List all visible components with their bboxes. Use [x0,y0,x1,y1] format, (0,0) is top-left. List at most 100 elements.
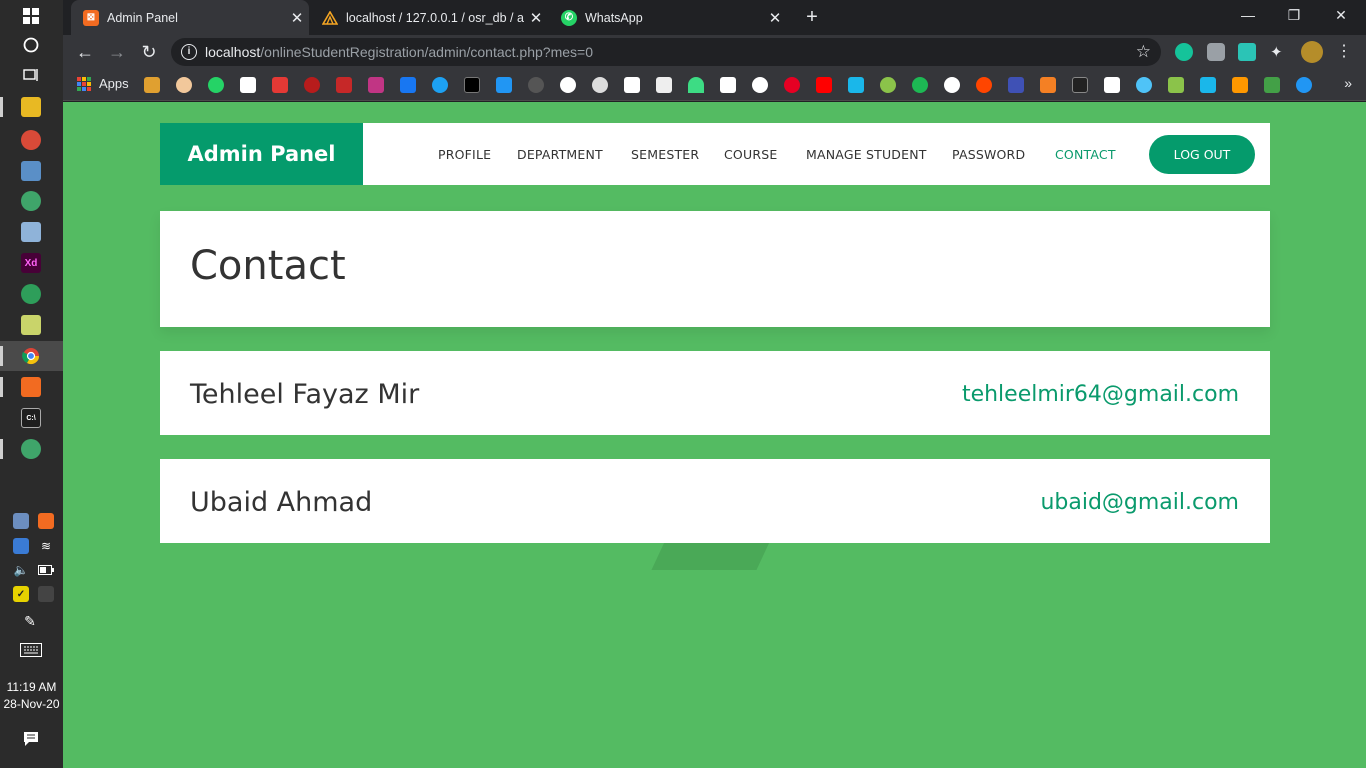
wix-bookmark-icon[interactable] [720,77,736,93]
file-explorer-icon[interactable] [21,97,41,117]
tab-admin-panel[interactable]: ⊠ Admin Panel ✕ [71,0,309,35]
notepad-icon[interactable] [21,222,41,242]
minimize-icon[interactable]: — [1225,0,1271,30]
tray-task-icon[interactable]: ✓ [13,586,29,602]
tab-phpmyadmin[interactable]: localhost / 127.0.0.1 / osr_db / ad ✕ [310,0,548,35]
app-icon[interactable] [21,439,41,459]
pinterest-bookmark-icon[interactable] [784,77,800,93]
nav-department[interactable]: DEPARTMENT [517,147,603,162]
whatsapp-bookmark-icon[interactable] [208,77,224,93]
tray-network-app-icon[interactable] [13,538,29,554]
facebook-bookmark-icon[interactable] [400,77,416,93]
chrome-menu-icon[interactable]: ⋮ [1335,43,1353,61]
nav-password[interactable]: PASSWORD [952,147,1025,162]
forward-icon[interactable]: → [105,40,129,64]
bookmark-icon[interactable] [1296,77,1312,93]
contact-email[interactable]: tehleelmir64@gmail.com [962,382,1239,407]
bookmark-icon[interactable] [144,77,160,93]
brand-logo[interactable]: Admin Panel [160,123,363,185]
bookmark-icon[interactable] [1008,77,1024,93]
bookmark-icon[interactable] [528,77,544,93]
screenshot-extension-icon[interactable] [1207,43,1225,61]
spotify-bookmark-icon[interactable] [912,77,928,93]
logout-button[interactable]: LOG OUT [1149,135,1255,174]
bookmark-icon[interactable] [1168,77,1184,93]
app-icon[interactable] [21,191,41,211]
keyboard-icon[interactable] [19,641,43,659]
close-icon[interactable]: ✕ [285,9,309,27]
bookmark-icon[interactable] [624,77,640,93]
bookmark-icon[interactable] [272,77,288,93]
task-view-icon[interactable] [21,65,41,85]
maximize-icon[interactable]: ❐ [1271,0,1317,30]
xampp-icon[interactable] [21,377,41,397]
bookmark-icon[interactable] [1200,77,1216,93]
nav-profile[interactable]: PROFILE [438,147,491,162]
globe-bookmark-icon[interactable] [560,77,576,93]
apps-shortcut[interactable]: Apps [77,76,129,91]
bookmark-icon[interactable] [496,77,512,93]
close-icon[interactable]: ✕ [524,9,548,27]
close-icon[interactable]: ✕ [763,9,787,27]
github-bookmark-icon[interactable] [592,77,608,93]
bookmark-icon[interactable] [240,77,256,93]
clock-time[interactable]: 11:19 AM [0,680,63,694]
photos-icon[interactable] [21,161,41,181]
nav-contact[interactable]: CONTACT [1055,147,1116,162]
bookmark-icon[interactable] [176,77,192,93]
globe-bookmark-icon[interactable] [752,77,768,93]
back-icon[interactable]: ← [73,40,97,64]
bookmark-icon[interactable] [464,77,480,93]
profile-avatar[interactable] [1301,41,1323,63]
security-icon[interactable] [38,586,54,602]
tab-whatsapp[interactable]: ✆ WhatsApp ✕ [549,0,787,35]
contact-email[interactable]: ubaid@gmail.com [1040,490,1239,515]
reddit-bookmark-icon[interactable] [976,77,992,93]
cortana-search-icon[interactable] [21,35,41,55]
nav-manage-student[interactable]: MANAGE STUDENT [806,147,927,162]
volume-icon[interactable]: 🔈 [13,562,29,578]
cmd-icon[interactable]: C:\ [21,408,41,428]
google-bookmark-icon[interactable] [944,77,960,93]
bookmark-star-icon[interactable]: ☆ [1136,42,1151,62]
tray-xampp-icon[interactable] [38,513,54,529]
bookmark-icon[interactable] [880,77,896,93]
nav-course[interactable]: COURSE [724,147,777,162]
address-bar[interactable]: i localhost/onlineStudentRegistration/ad… [171,38,1161,66]
adobe-xd-icon[interactable]: Xd [21,253,41,273]
paint-icon[interactable] [21,130,41,150]
url-text[interactable]: localhost/onlineStudentRegistration/admi… [205,44,593,60]
sticky-notes-icon[interactable] [21,315,41,335]
stackoverflow-bookmark-icon[interactable] [1040,77,1056,93]
youtube-bookmark-icon[interactable] [816,77,832,93]
bookmark-icon[interactable] [1232,77,1248,93]
nav-semester[interactable]: SEMESTER [631,147,699,162]
bookmark-icon[interactable] [1072,77,1088,93]
action-center-icon[interactable] [21,729,41,749]
bookmark-icon[interactable] [1264,77,1280,93]
android-bookmark-icon[interactable] [688,77,704,93]
bookmark-icon[interactable] [1136,77,1152,93]
clock-date[interactable]: 28-Nov-20 [0,697,63,711]
bookmark-icon[interactable] [656,77,672,93]
window-close-icon[interactable]: ✕ [1318,0,1364,30]
wifi-icon[interactable]: ≋ [38,538,54,554]
twitter-bookmark-icon[interactable] [432,77,448,93]
pen-icon[interactable]: ✎ [21,612,39,630]
more-bookmarks-icon[interactable]: » [1344,75,1352,91]
medium-bookmark-icon[interactable] [1104,77,1120,93]
bookmark-icon[interactable] [304,77,320,93]
bookmark-icon[interactable] [848,77,864,93]
extension-icon[interactable] [1238,43,1256,61]
new-tab-button[interactable]: + [801,6,823,28]
reload-icon[interactable]: ↻ [137,40,161,64]
site-info-icon[interactable]: i [181,44,197,60]
chrome-icon[interactable] [21,346,41,366]
battery-icon[interactable] [38,562,54,578]
extensions-puzzle-icon[interactable]: ✦ [1270,43,1288,61]
android-studio-icon[interactable] [21,284,41,304]
bookmark-icon[interactable] [336,77,352,93]
windows-start-icon[interactable] [21,6,41,26]
grammarly-extension-icon[interactable] [1175,43,1193,61]
instagram-bookmark-icon[interactable] [368,77,384,93]
